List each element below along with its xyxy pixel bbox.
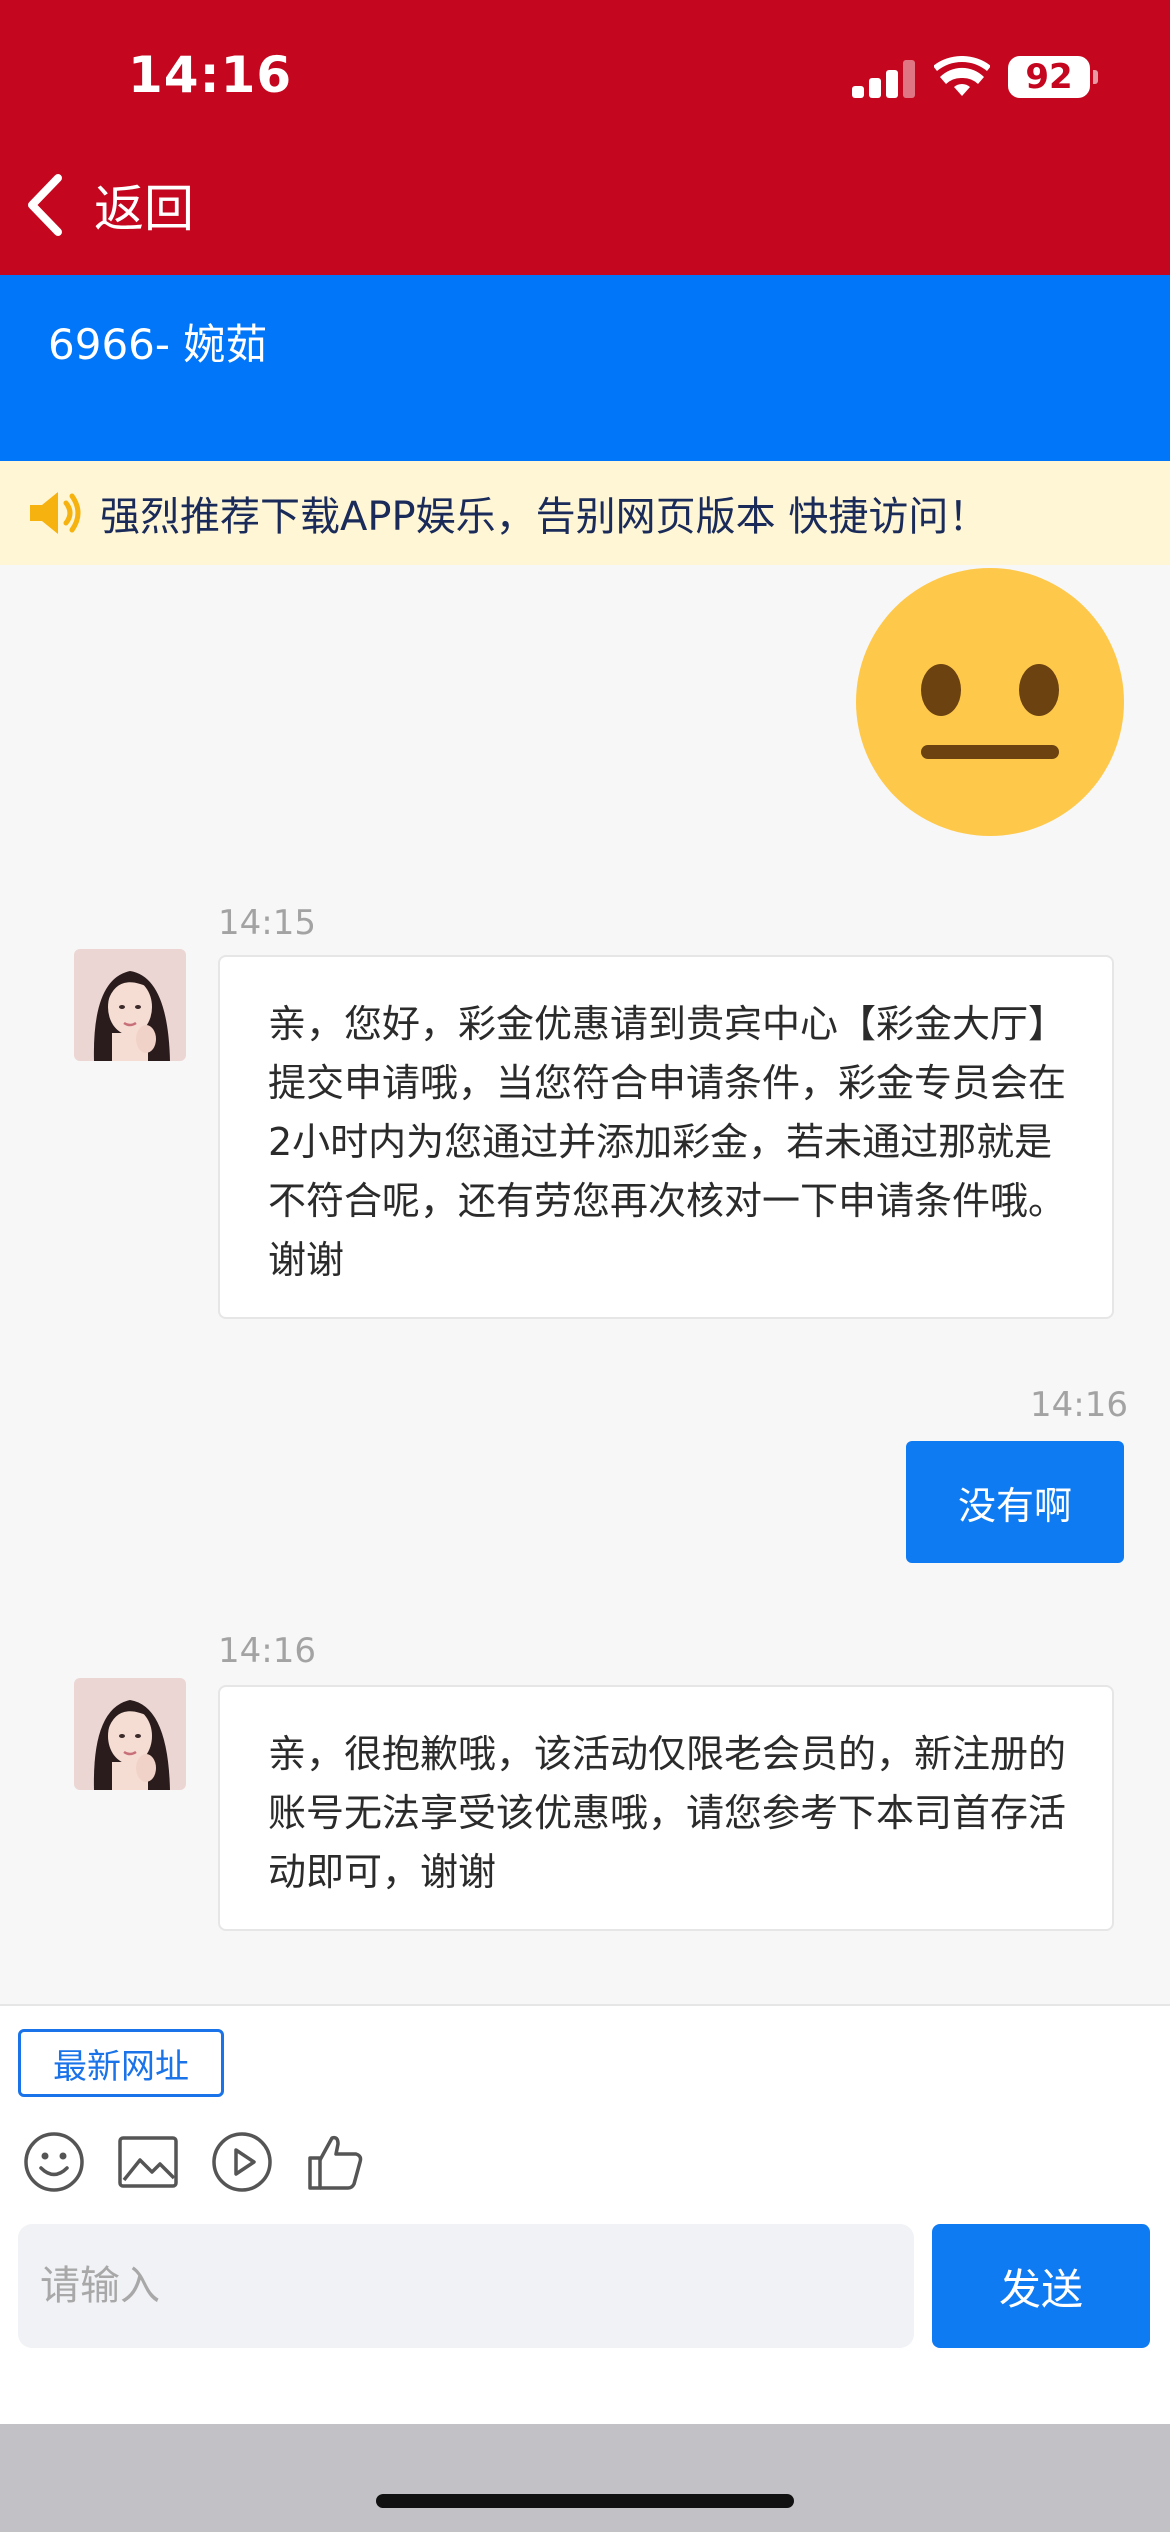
agent-avatar[interactable]	[74, 1678, 186, 1790]
avatar-photo	[74, 949, 186, 1061]
message-input[interactable]	[18, 2224, 914, 2348]
thumbs-up-icon[interactable]	[304, 2130, 368, 2194]
chevron-left-icon	[28, 174, 62, 236]
send-button[interactable]: 发送	[932, 2224, 1150, 2348]
input-bar: 最新网址 发送	[0, 2004, 1170, 2424]
back-button[interactable]: 返回	[24, 170, 194, 240]
top-bar: 14:16 92 返回	[0, 0, 1170, 275]
notice-text: 强烈推荐下载APP娱乐，告别网页版本 快捷访问！	[100, 494, 989, 540]
message-bubble-incoming: 亲，很抱歉哦，该活动仅限老会员的，新注册的账号无法享受该优惠哦，请您参考下本司首…	[218, 1685, 1114, 1931]
latest-url-button[interactable]: 最新网址	[18, 2029, 224, 2097]
chat-area[interactable]: 14:15 亲，您好，彩金优惠请到贵宾中心【彩金大厅】提交申请哦，当您符合申请条…	[0, 565, 1170, 2005]
message-bubble-incoming: 亲，您好，彩金优惠请到贵宾中心【彩金大厅】提交申请哦，当您符合申请条件，彩金专员…	[218, 955, 1114, 1319]
home-indicator[interactable]	[376, 2494, 794, 2508]
message-timestamp: 14:15	[218, 903, 316, 943]
notice-bar[interactable]: 强烈推荐下载APP娱乐，告别网页版本 快捷访问！	[0, 461, 1170, 565]
avatar-photo	[74, 1678, 186, 1790]
chat-header: 6966- 婉茹	[0, 275, 1170, 461]
agent-avatar[interactable]	[74, 949, 186, 1061]
status-time: 14:16	[128, 46, 293, 104]
message-timestamp: 14:16	[218, 1631, 316, 1671]
agent-title: 6966- 婉茹	[48, 320, 268, 369]
message-bubble-outgoing: 没有啊	[906, 1441, 1124, 1563]
neutral-face-emoji	[856, 568, 1124, 836]
cellular-signal-icon	[852, 60, 916, 98]
play-icon[interactable]	[210, 2130, 274, 2194]
battery-tip	[1093, 70, 1098, 84]
battery-icon: 92	[1008, 56, 1090, 98]
wifi-icon	[934, 56, 990, 96]
image-icon[interactable]	[116, 2130, 180, 2194]
back-label: 返回	[94, 180, 194, 238]
message-timestamp: 14:16	[1030, 1385, 1128, 1425]
home-indicator-area	[0, 2424, 1170, 2532]
speaker-icon	[30, 492, 81, 534]
smiley-icon[interactable]	[22, 2130, 86, 2194]
